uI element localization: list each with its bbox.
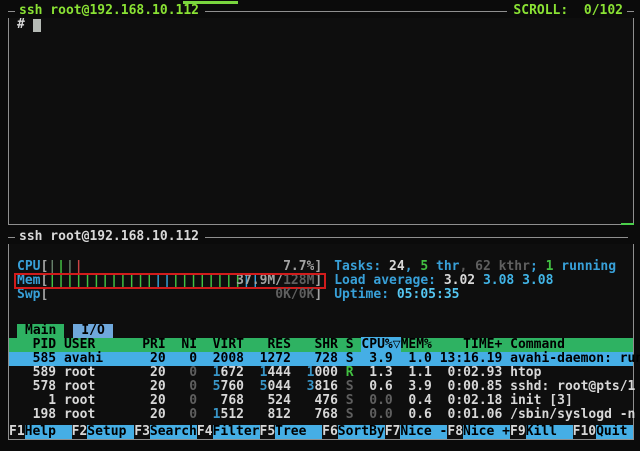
f5-tree-button[interactable]: Tree [275, 425, 322, 439]
col-virt[interactable]: VIRT [197, 337, 244, 352]
text-cursor [33, 19, 41, 32]
process-row[interactable]: 578 root 20 0 5760 5044 3816 S 0.6 3.9 0… [9, 380, 633, 394]
process-state: R [338, 365, 354, 380]
terminal-screen: ssh root@192.168.10.112 SCROLL: 0/102 # … [0, 0, 640, 451]
shell-prompt-line: # [9, 18, 633, 32]
active-border-corner [621, 223, 634, 225]
cpu-meter: CPU[||||7.7%] [17, 260, 322, 274]
f3-search-button[interactable]: Search [150, 425, 197, 439]
f5-key[interactable]: F5 [260, 425, 276, 439]
uptime-summary: Uptime: 05:05:35 [334, 288, 459, 302]
shell-prompt: # [17, 17, 33, 32]
border-line [8, 11, 15, 12]
htop-tab-bar: Main I/O [9, 324, 633, 338]
col-pri[interactable]: PRI [142, 337, 165, 352]
col-pid[interactable]: PID [17, 337, 56, 352]
f6-key[interactable]: F6 [322, 425, 338, 439]
f2-setup-button[interactable]: Setup [87, 425, 134, 439]
border-line [205, 237, 628, 238]
cpu-meter-value: 7.7% [283, 260, 314, 274]
col-ni[interactable]: NI [166, 337, 197, 352]
f2-key[interactable]: F2 [72, 425, 88, 439]
mem-meter-row: Mem[||||||||||||||||||||||||37.9M/128M] … [9, 274, 633, 288]
border-line [627, 11, 634, 12]
process-state: S [338, 379, 354, 394]
process-row[interactable]: 198 root 20 0 1512 812 768 S 0.0 0.6 0:0… [9, 408, 633, 422]
swap-meter: Swp[0K/0K] [17, 288, 322, 302]
mem-meter-bars: |||||||||||||||||||||||| [48, 274, 260, 288]
scroll-indicator: SCROLL: 0/102 [513, 4, 623, 18]
border-line [205, 11, 507, 12]
tab-io[interactable]: I/O [73, 324, 112, 338]
col-time[interactable]: TIME+ [432, 337, 502, 352]
f1-key[interactable]: F1 [9, 425, 25, 439]
col-res[interactable]: RES [244, 337, 291, 352]
pane-ssh-shell: ssh root@192.168.10.112 SCROLL: 0/102 # [8, 4, 634, 225]
f4-filter-button[interactable]: Filter [213, 425, 260, 439]
col-state[interactable]: S [338, 337, 361, 352]
f10-key[interactable]: F10 [573, 425, 596, 439]
col-command[interactable]: Command [502, 337, 565, 352]
bottom-pane-title: ssh root@192.168.10.112 [15, 230, 199, 244]
mem-meter-value: 37.9M/128M [236, 274, 314, 288]
f10-quit-button[interactable]: Quit [596, 425, 633, 439]
f1-help-button[interactable]: Help [25, 425, 72, 439]
process-row[interactable]: 589 root 20 0 1672 1444 1000 R 1.3 1.1 0… [9, 366, 633, 380]
f7-key[interactable]: F7 [385, 425, 401, 439]
shell-content-area[interactable]: # [8, 18, 634, 225]
function-key-bar: F1Help F2Setup F3SearchF4FilterF5Tree F6… [9, 425, 633, 439]
process-state: S [338, 351, 354, 366]
col-mem[interactable]: MEM% [401, 337, 432, 352]
cpu-meter-row: CPU[||||7.7%] Tasks: 24, 5 thr, 62 kthr;… [9, 260, 633, 274]
bottom-pane-border-title: ssh root@192.168.10.112 [8, 230, 634, 244]
f3-key[interactable]: F3 [134, 425, 150, 439]
mem-meter: Mem[||||||||||||||||||||||||37.9M/128M] [17, 273, 322, 288]
col-shr[interactable]: SHR [291, 337, 338, 352]
process-row[interactable]: 1 root 20 0 768 524 476 S 0.0 0.4 0:02.1… [9, 394, 633, 408]
sort-desc-icon: ▽ [393, 337, 401, 352]
f9-key[interactable]: F9 [510, 425, 526, 439]
col-user[interactable]: USER [56, 337, 142, 352]
f8-key[interactable]: F8 [447, 425, 463, 439]
col-cpu-sorted[interactable]: CPU%▽ [361, 337, 400, 352]
top-pane-border-title: ssh root@192.168.10.112 SCROLL: 0/102 [8, 4, 634, 18]
load-average-summary: Load average: 3.02 3.08 3.08 [334, 274, 553, 288]
htop-content-area[interactable]: CPU[||||7.7%] Tasks: 24, 5 thr, 62 kthr;… [8, 244, 634, 440]
f9-kill-button[interactable]: Kill [526, 425, 573, 439]
tab-main[interactable]: Main [17, 324, 64, 338]
f8-nice-plus-button[interactable]: Nice + [463, 425, 510, 439]
process-row-selected[interactable]: 585 avahi 20 0 2008 1272 728 S 3.9 1.0 1… [9, 352, 633, 366]
tasks-summary: Tasks: 24, 5 thr, 62 kthr; 1 running [334, 260, 616, 274]
border-line [8, 237, 15, 238]
process-state: S [338, 393, 354, 408]
pane-htop: ssh root@192.168.10.112 CPU[||||7.7%] Ta… [8, 230, 634, 440]
table-header: PID USER PRI NI VIRT RES SHR S CPU%▽MEM%… [9, 338, 633, 352]
top-pane-title: ssh root@192.168.10.112 [15, 4, 199, 18]
swap-meter-value: 0K/0K [275, 288, 314, 302]
cpu-meter-bars: |||| [48, 260, 83, 274]
swap-meter-row: Swp[0K/0K] Uptime: 05:05:35 [9, 288, 633, 302]
process-state: S [338, 407, 354, 422]
f4-key[interactable]: F4 [197, 425, 213, 439]
f7-nice-minus-button[interactable]: Nice - [400, 425, 447, 439]
f6-sortby-button[interactable]: SortBy [338, 425, 385, 439]
